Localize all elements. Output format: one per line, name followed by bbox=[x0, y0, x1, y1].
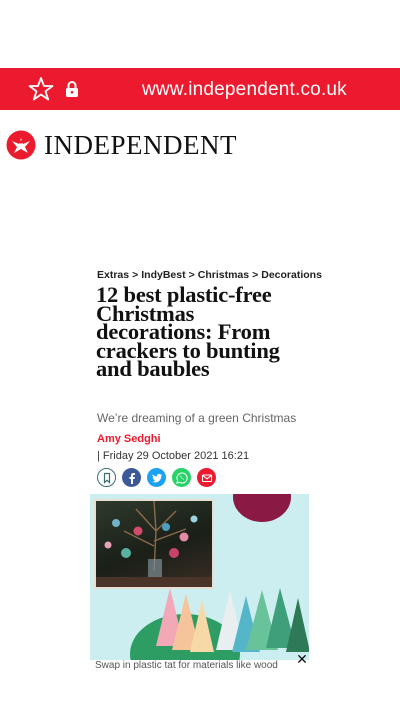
breadcrumb: Extras > IndyBest > Christmas > Decorati… bbox=[97, 269, 322, 281]
share-buttons bbox=[97, 468, 216, 487]
author-link[interactable]: Amy Sedghi bbox=[97, 433, 161, 445]
close-icon[interactable]: ✕ bbox=[295, 652, 309, 666]
twitter-share-button[interactable] bbox=[147, 468, 166, 487]
star-outline-icon[interactable] bbox=[28, 76, 54, 102]
eagle-logo-icon bbox=[6, 130, 36, 160]
breadcrumb-separator: > bbox=[252, 269, 259, 281]
breadcrumb-item-extras[interactable]: Extras bbox=[97, 269, 129, 281]
email-icon bbox=[201, 473, 212, 482]
baubles-photo bbox=[94, 499, 214, 589]
baubles-illustration bbox=[96, 500, 212, 587]
article-standfirst: We’re dreaming of a green Christmas bbox=[97, 411, 297, 425]
brand-wordmark: INDEPENDENT bbox=[44, 129, 237, 160]
whatsapp-share-button[interactable] bbox=[172, 468, 191, 487]
breadcrumb-separator: > bbox=[132, 269, 139, 281]
publish-date: | Friday 29 October 2021 16:21 bbox=[97, 450, 250, 462]
decorative-circle bbox=[233, 494, 291, 522]
hero-image[interactable] bbox=[90, 494, 309, 660]
article-headline: 12 best plastic-free Christmas decoratio… bbox=[96, 282, 280, 382]
paper-trees-illustration bbox=[156, 588, 309, 652]
email-share-button[interactable] bbox=[197, 468, 216, 487]
browser-url-bar[interactable]: www.independent.co.uk bbox=[0, 68, 400, 110]
lock-icon bbox=[66, 81, 78, 97]
breadcrumb-item-indybest[interactable]: IndyBest bbox=[141, 269, 185, 281]
breadcrumb-separator: > bbox=[188, 269, 195, 281]
image-caption: Swap in plastic tat for materials like w… bbox=[95, 660, 309, 671]
whatsapp-icon bbox=[175, 471, 188, 484]
bookmark-icon bbox=[103, 472, 110, 484]
bookmark-button[interactable] bbox=[97, 468, 116, 487]
twitter-icon bbox=[151, 473, 162, 482]
breadcrumb-item-decorations[interactable]: Decorations bbox=[261, 269, 322, 281]
facebook-icon bbox=[128, 472, 135, 484]
url-text[interactable]: www.independent.co.uk bbox=[142, 79, 347, 101]
facebook-share-button[interactable] bbox=[122, 468, 141, 487]
site-logo[interactable]: INDEPENDENT bbox=[6, 128, 237, 162]
breadcrumb-item-christmas[interactable]: Christmas bbox=[198, 269, 249, 281]
